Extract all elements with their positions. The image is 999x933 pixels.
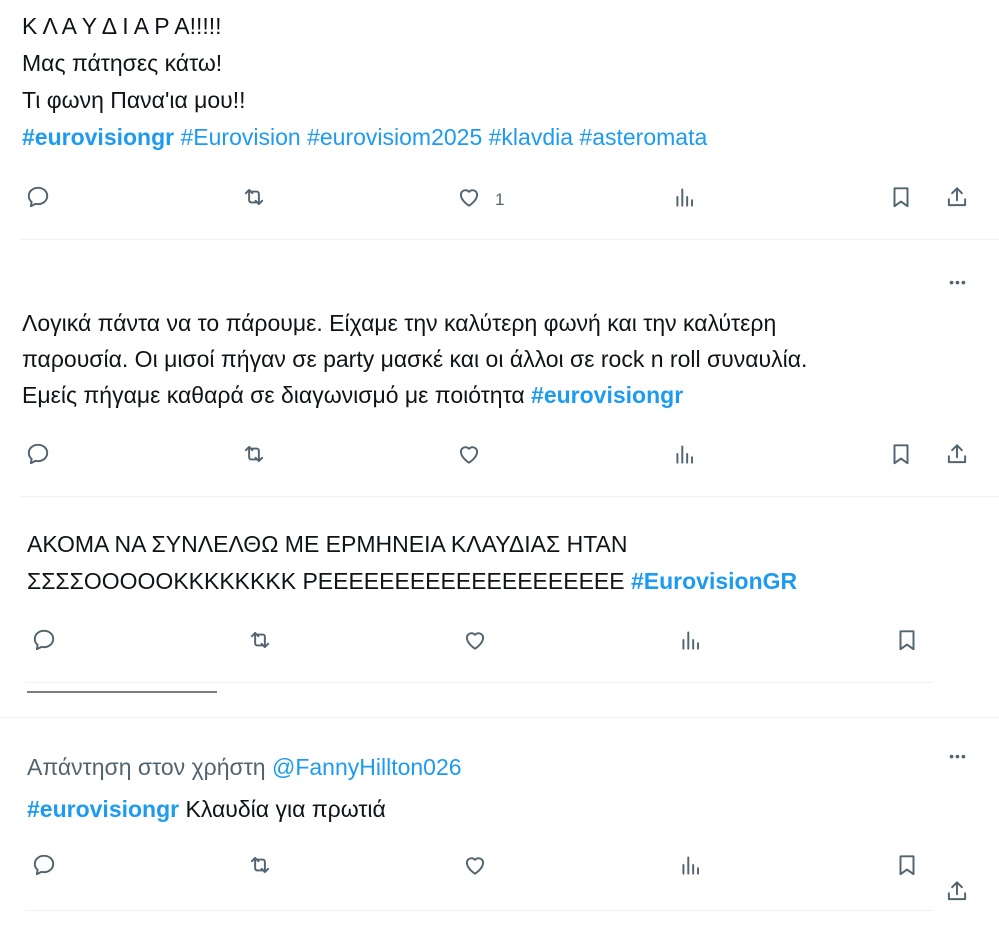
reply-button[interactable] (27, 850, 61, 884)
like-icon (462, 852, 488, 883)
reply-icon (25, 441, 51, 472)
post-4-line-1: #eurovisiongr Κλαυδία για πρωτιά (27, 795, 386, 823)
share-button[interactable] (940, 876, 974, 910)
bookmark-button[interactable] (890, 850, 924, 884)
reply-icon (31, 852, 57, 883)
views-button[interactable] (674, 850, 708, 884)
share-icon (944, 441, 970, 472)
reply-context-label: Απάντηση στον χρήστη (27, 754, 272, 780)
views-icon (678, 852, 704, 883)
share-icon (944, 184, 970, 215)
post-2-line-1: Λογικά πάντα να το πάρουμε. Είχαμε την κ… (22, 309, 776, 337)
like-icon (456, 184, 482, 215)
bookmark-button[interactable] (884, 439, 918, 473)
post-divider (0, 717, 999, 718)
repost-icon (247, 852, 273, 883)
post-text: Τι φωνη Πανα'ια μου!! (22, 87, 246, 113)
more-button[interactable]: ••• (941, 746, 975, 766)
bookmark-icon (894, 852, 920, 883)
views-icon (672, 184, 698, 215)
share-button[interactable] (940, 182, 974, 216)
hashtag-link[interactable]: #Eurovision (181, 124, 301, 150)
repost-icon (241, 441, 267, 472)
post-text: Μας πάτησες κάτω! (22, 50, 223, 76)
post-text: ΑΚΟΜΑ ΝΑ ΣΥΝΛΕΛΘΩ ΜΕ ΕΡΜΗΝΕΙΑ ΚΛΑΥΔΙΑΣ Η… (27, 531, 628, 557)
hashtag-link[interactable]: #klavdia (489, 124, 573, 150)
views-icon (678, 627, 704, 658)
reply-button[interactable] (21, 439, 55, 473)
reply-handle-link[interactable]: @FannyHillton026 (272, 754, 462, 780)
clipped-text-fragment (27, 690, 487, 694)
more-button[interactable]: ••• (941, 272, 975, 292)
views-icon (672, 441, 698, 472)
like-icon (456, 441, 482, 472)
post-text: Κ Λ Α Υ Δ Ι Α Ρ Α!!!!! (22, 13, 222, 39)
hashtag-link[interactable]: #eurovisiom2025 (307, 124, 482, 150)
views-button[interactable] (668, 182, 702, 216)
bookmark-icon (894, 627, 920, 658)
post-3-line-1: ΑΚΟΜΑ ΝΑ ΣΥΝΛΕΛΘΩ ΜΕ ΕΡΜΗΝΕΙΑ ΚΛΑΥΔΙΑΣ Η… (27, 530, 628, 558)
hashtag-link[interactable]: #eurovisiongr (27, 796, 179, 822)
post-text: παρουσία. Οι μισοί πήγαν σε party μασκέ … (22, 346, 808, 372)
post-text: ΣΣΣΣΟΟΟΟΟΚΚΚΚΚΚΚΚ ΡΕΕΕΕΕΕΕΕΕΕΕΕΕΕΕΕΕΕΕΕ (27, 568, 631, 594)
views-button[interactable] (674, 625, 708, 659)
post-2-line-3: Εμείς πήγαμε καθαρά σε διαγωνισμό με ποι… (22, 381, 683, 409)
post-text: Κλαυδία για πρωτιά (179, 796, 386, 822)
like-button[interactable] (458, 850, 492, 884)
share-button[interactable] (940, 439, 974, 473)
post-1-line-4: #eurovisiongr #Eurovision #eurovisiom202… (22, 123, 707, 151)
repost-button[interactable] (243, 625, 277, 659)
bookmark-icon (888, 184, 914, 215)
repost-icon (247, 627, 273, 658)
repost-button[interactable] (243, 850, 277, 884)
hashtag-link[interactable]: #EurovisionGR (631, 568, 797, 594)
post-1-line-2: Μας πάτησες κάτω! (22, 49, 222, 77)
post-3-line-2: ΣΣΣΣΟΟΟΟΟΚΚΚΚΚΚΚΚ ΡΕΕΕΕΕΕΕΕΕΕΕΕΕΕΕΕΕΕΕΕ … (27, 567, 797, 595)
reply-button[interactable] (21, 182, 55, 216)
post-2-line-2: παρουσία. Οι μισοί πήγαν σε party μασκέ … (22, 345, 807, 373)
reply-context: Απάντηση στον χρήστη @FannyHillton026 (27, 753, 462, 781)
like-count: 1 (495, 190, 505, 209)
hashtag-link[interactable]: #eurovisiongr (531, 382, 683, 408)
repost-button[interactable] (237, 182, 271, 216)
post-divider (25, 682, 933, 683)
like-button[interactable] (458, 625, 492, 659)
post-1-line-1: Κ Λ Α Υ Δ Ι Α Ρ Α!!!!! (22, 12, 222, 40)
more-icon: ••• (949, 274, 967, 290)
like-icon (462, 627, 488, 658)
hashtag-link[interactable]: #eurovisiongr (22, 124, 174, 150)
post-text: Λογικά πάντα να το πάρουμε. Είχαμε την κ… (22, 310, 777, 336)
post-divider (25, 910, 933, 911)
views-button[interactable] (668, 439, 702, 473)
reply-icon (25, 184, 51, 215)
bookmark-icon (888, 441, 914, 472)
hashtag-link[interactable]: #asteromata (579, 124, 707, 150)
like-button[interactable] (452, 439, 486, 473)
share-icon (944, 878, 970, 909)
post-1-line-3: Τι φωνη Πανα'ια μου!! (22, 86, 246, 114)
bookmark-button[interactable] (890, 625, 924, 659)
post-divider (20, 496, 999, 497)
post-text: Εμείς πήγαμε καθαρά σε διαγωνισμό με ποι… (22, 382, 532, 408)
bookmark-button[interactable] (884, 182, 918, 216)
more-icon: ••• (949, 748, 967, 764)
repost-icon (241, 184, 267, 215)
repost-button[interactable] (237, 439, 271, 473)
like-button[interactable] (452, 182, 486, 216)
post-divider (20, 239, 999, 240)
reply-button[interactable] (27, 625, 61, 659)
reply-icon (31, 627, 57, 658)
